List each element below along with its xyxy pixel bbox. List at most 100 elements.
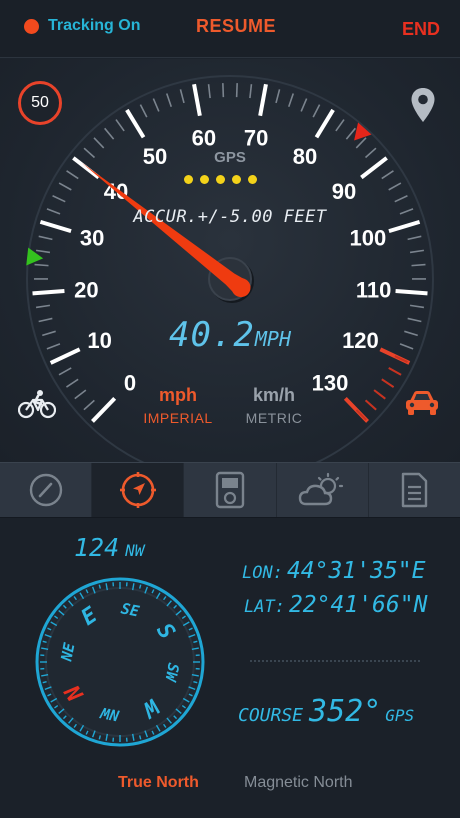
gauge-minor-tick [235, 83, 238, 98]
gps-signal-dot [232, 175, 241, 184]
latitude-label: LAT: [244, 597, 285, 617]
divider [250, 660, 420, 662]
imperial-unit-option[interactable]: mph IMPERIAL [138, 385, 218, 426]
tracking-label: Tracking On [48, 17, 141, 34]
heading-direction: NW [125, 541, 145, 560]
needle-cap [231, 278, 251, 298]
gps-signal-dot [248, 175, 257, 184]
gauge-minor-tick [409, 249, 425, 254]
gauge-minor-tick [249, 84, 253, 99]
gauge-tick-label: 70 [244, 125, 268, 150]
gps-accuracy: ACCUR.+/-5.00 FEET [133, 207, 327, 227]
course-label: COURSE [238, 705, 304, 726]
gauge-minor-tick [179, 89, 185, 104]
gauge-tick-label: 30 [80, 225, 104, 250]
tracking-status[interactable]: Tracking On [24, 17, 140, 35]
gauge-minor-tick [388, 182, 402, 191]
latitude-value: 22°41'66"N [288, 592, 428, 618]
compass-dial: NNEE SESSWWNW [35, 577, 205, 747]
gauge-minor-tick [83, 399, 95, 411]
gauge-minor-tick [207, 84, 211, 99]
gauge-minor-tick [38, 235, 53, 241]
magnetic-north-option[interactable]: Magnetic North [244, 774, 353, 792]
weather-icon [299, 472, 344, 506]
gauge-minor-tick [381, 170, 394, 180]
speed-limit-sign[interactable]: 50 [18, 81, 62, 125]
tracking-indicator-icon [24, 18, 39, 34]
gauge-minor-tick [115, 119, 125, 132]
course-value: 352° [309, 694, 382, 729]
gauge-minor-tick [93, 137, 105, 149]
imperial-unit: mph [159, 385, 197, 405]
gauge-minor-tick [34, 263, 49, 267]
gauge-minor-tick [407, 235, 422, 241]
gauge-minor-tick [35, 249, 51, 254]
gauge-minor-tick [312, 104, 321, 118]
gps-signal-indicator [184, 175, 257, 184]
gauge-minor-tick [152, 98, 160, 112]
latitude-readout: LAT: 22°41'66"N [244, 592, 427, 618]
gauge-minor-tick [74, 389, 87, 400]
course-source: GPS [385, 706, 415, 725]
gauge-tick-label: 20 [74, 277, 98, 302]
gauge-minor-tick [66, 378, 79, 388]
metric-label: METRIC [245, 410, 303, 426]
gps-signal-dot [200, 175, 209, 184]
gauge-minor-tick [287, 93, 295, 107]
gauge-major-tick [192, 83, 202, 117]
gauge-major-tick [314, 108, 335, 139]
tab-speedometer[interactable] [0, 463, 93, 517]
resume-button[interactable]: RESUME [196, 16, 276, 37]
gauge-tick-label: 130 [312, 371, 349, 396]
compass-panel: 124 NW N NE E SE S SW W NW LON: 44°31'35"E LAT: 22… [0, 518, 460, 818]
gps-signal-dot [216, 175, 225, 184]
gauge-minor-tick [104, 127, 115, 140]
bicycle-icon[interactable] [17, 389, 57, 423]
longitude-value: 44°31'35"E [286, 558, 426, 584]
speed-unit: MPH [254, 327, 291, 351]
longitude-label: LON: [242, 563, 283, 583]
gauge-major-tick [395, 289, 428, 296]
compass-tick [138, 735, 142, 740]
gps-label: GPS [214, 149, 246, 166]
tab-notes[interactable] [369, 463, 460, 517]
gauge-major-tick [125, 108, 146, 139]
top-bar: Tracking On RESUME END [0, 0, 460, 58]
gauge-major-tick [258, 83, 268, 117]
gauge-tick-label: 60 [192, 125, 216, 150]
gauge-minor-tick [139, 104, 148, 118]
gauge-warning-tick [388, 367, 402, 376]
true-north-option[interactable]: True North [118, 774, 199, 792]
heading-readout: 124 NW [74, 533, 144, 562]
tab-bar [0, 462, 460, 518]
course-readout: COURSE 352° GPS [238, 694, 414, 729]
music-player-icon [215, 471, 245, 509]
speedometer-gauge: 0102030405060708090100110120130 [26, 75, 434, 462]
metric-unit-option[interactable]: km/h METRIC [232, 385, 316, 426]
compass-outer-ring [35, 577, 205, 747]
speed-value: 40.2 [168, 315, 255, 355]
gauge-minor-tick [335, 119, 345, 132]
map-pin-icon[interactable] [410, 87, 436, 127]
tab-media[interactable] [184, 463, 277, 517]
gauge-major-tick [32, 289, 65, 296]
gauge-minor-tick [35, 304, 51, 309]
document-icon [402, 472, 428, 508]
speed-readout: 40.2MPH [0, 315, 460, 355]
gauge-minor-tick [66, 170, 79, 180]
gauge-minor-tick [355, 137, 367, 149]
gauge-minor-tick [52, 195, 66, 203]
car-icon[interactable] [404, 389, 440, 421]
gauge-major-tick [91, 397, 117, 423]
speedometer-icon [29, 473, 62, 507]
gauge-minor-tick [345, 127, 356, 140]
gauge-minor-tick [300, 98, 308, 112]
longitude-readout: LON: 44°31'35"E [242, 558, 425, 584]
gauge-warning-tick [373, 389, 386, 400]
end-button[interactable]: END [402, 19, 440, 40]
gauge-tick-label: 100 [350, 225, 387, 250]
gauge-minor-tick [222, 83, 225, 98]
tab-compass[interactable] [92, 463, 185, 517]
gauge-warning-tick [364, 399, 377, 411]
tab-weather[interactable] [277, 463, 369, 517]
